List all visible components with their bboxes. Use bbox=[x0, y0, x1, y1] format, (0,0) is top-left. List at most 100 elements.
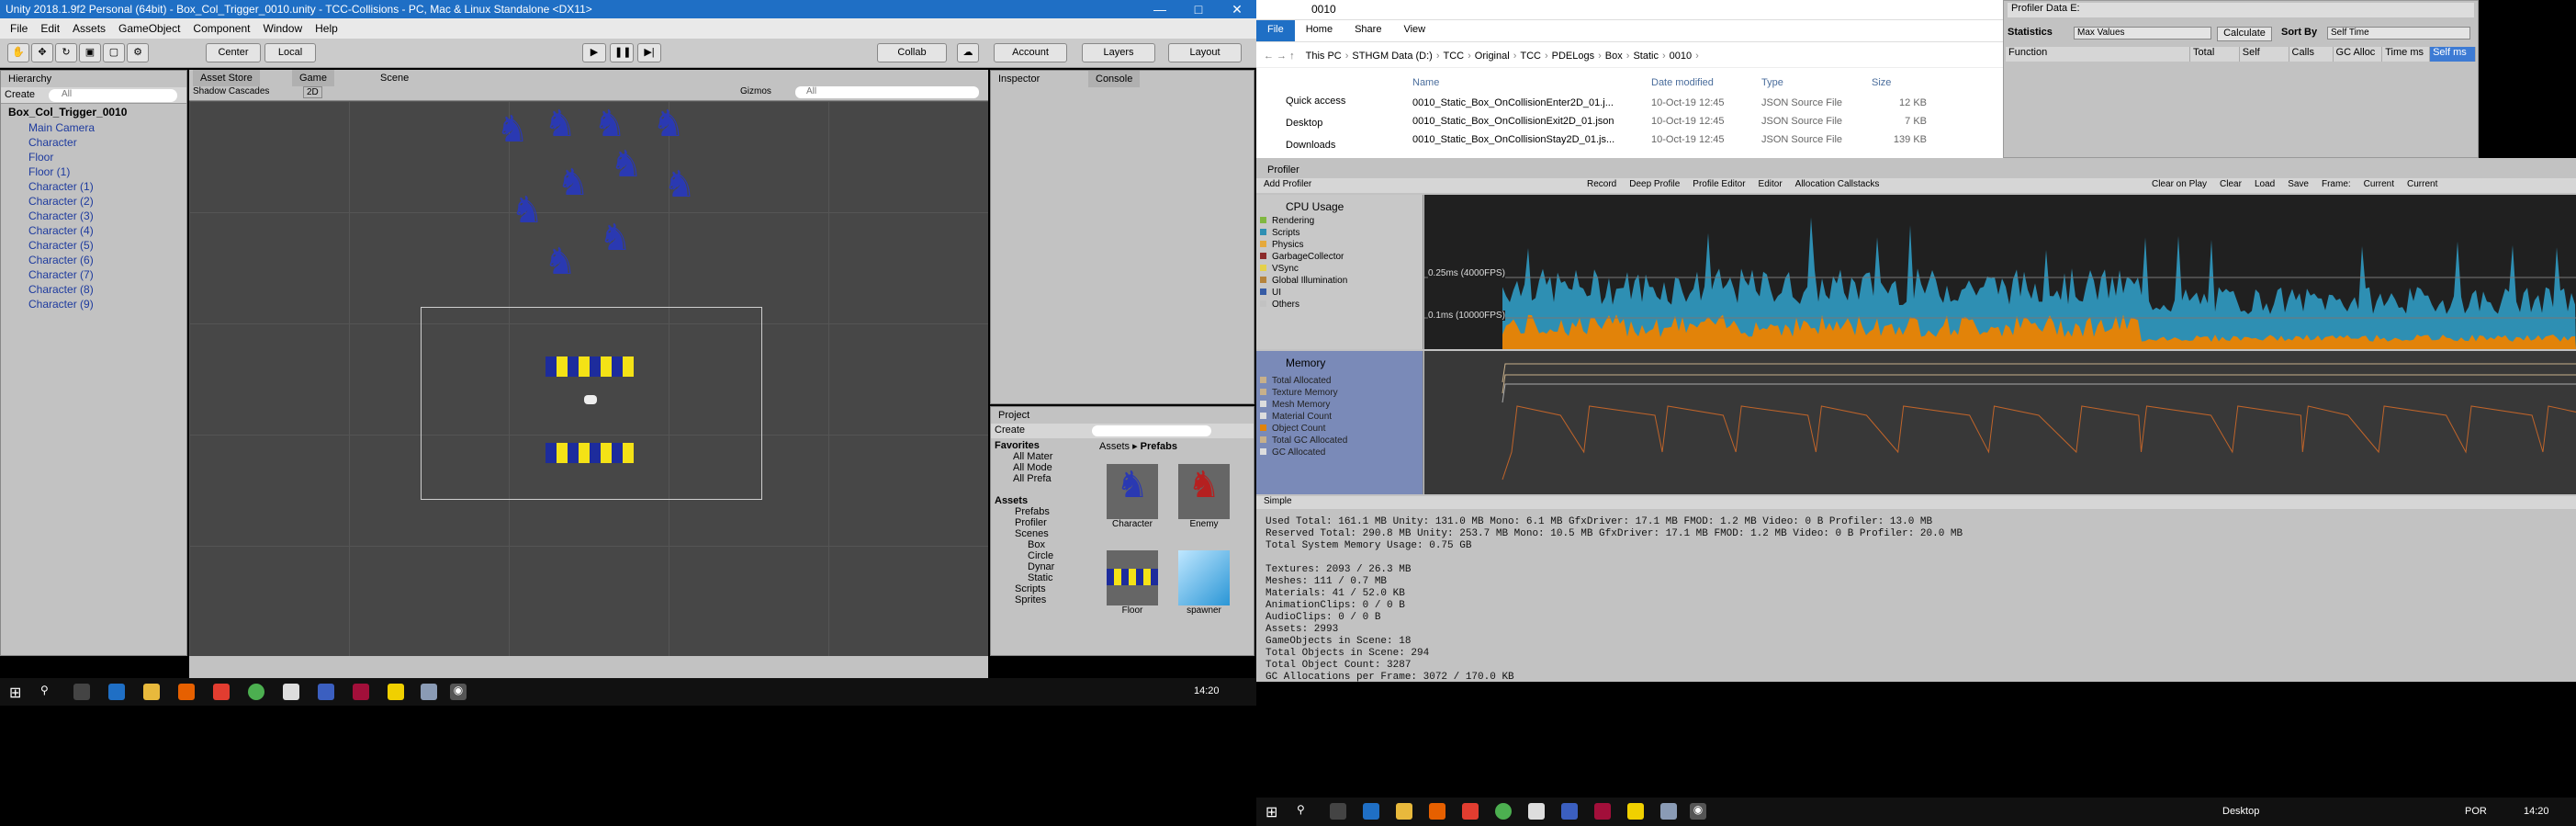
project-folder[interactable]: Box bbox=[995, 539, 1097, 550]
account-dropdown[interactable]: Account bbox=[994, 43, 1067, 62]
tab-hierarchy[interactable]: Hierarchy bbox=[1, 71, 60, 87]
ribbon-tab-file[interactable]: File bbox=[1256, 20, 1295, 41]
floor-sprite[interactable] bbox=[546, 443, 634, 463]
hierarchy-item[interactable]: Character (3) bbox=[1, 209, 186, 223]
hierarchy-item[interactable]: Floor (1) bbox=[1, 164, 186, 179]
project-folder[interactable]: Dynar bbox=[995, 561, 1097, 572]
pd-column-header[interactable]: Function bbox=[2006, 47, 2191, 62]
transform-tool-icon[interactable]: ⚙ bbox=[127, 43, 149, 62]
cloud-icon[interactable]: ☁ bbox=[957, 43, 979, 62]
tab-project[interactable]: Project bbox=[991, 407, 1038, 424]
maximize-icon[interactable]: □ bbox=[1179, 0, 1218, 18]
floor-sprite[interactable] bbox=[546, 356, 634, 377]
project-folder[interactable]: Sprites bbox=[995, 594, 1097, 605]
path-segment[interactable]: 0010 bbox=[1666, 51, 1695, 62]
tab-profiler[interactable]: Profiler bbox=[1260, 162, 1307, 178]
profiler-control[interactable]: Record bbox=[1587, 179, 1616, 189]
profiler-right-control[interactable]: Save bbox=[2288, 179, 2309, 189]
memory-legend-item[interactable]: Mesh Memory bbox=[1260, 399, 1423, 411]
hierarchy-create-button[interactable]: Create bbox=[5, 89, 35, 100]
cpu-legend-item[interactable]: Physics bbox=[1260, 239, 1423, 251]
pd-column-header[interactable]: Calls bbox=[2289, 47, 2334, 62]
project-folder[interactable]: Scripts bbox=[995, 583, 1097, 594]
breadcrumb-prefabs[interactable]: Prefabs bbox=[1141, 441, 1177, 452]
character-sprite[interactable]: ♞ bbox=[599, 215, 632, 261]
windows-start-icon[interactable]: ⊞ bbox=[9, 684, 26, 701]
search-icon[interactable]: ⚲ bbox=[1297, 803, 1313, 820]
explorer-icon[interactable] bbox=[143, 684, 160, 700]
sticky-icon[interactable] bbox=[1627, 803, 1644, 820]
search-icon[interactable]: ⚲ bbox=[40, 684, 57, 700]
character-sprite[interactable]: ♞ bbox=[593, 101, 626, 147]
hand-tool-icon[interactable]: ✋ bbox=[7, 43, 29, 62]
tab-inspector[interactable]: Inspector bbox=[991, 71, 1048, 87]
cpu-legend-item[interactable]: Rendering bbox=[1260, 215, 1423, 227]
favorite-item[interactable]: All Mater bbox=[995, 451, 1097, 462]
tab-asset-store[interactable]: Asset Store bbox=[193, 70, 260, 86]
character-sprite[interactable]: ♞ bbox=[496, 107, 529, 153]
ribbon-tab-home[interactable]: Home bbox=[1295, 20, 1344, 41]
path-segment[interactable]: Original bbox=[1471, 51, 1513, 62]
app-icon[interactable] bbox=[1660, 803, 1677, 820]
pd-column-header[interactable]: Self bbox=[2240, 47, 2289, 62]
project-search-input[interactable] bbox=[1092, 425, 1211, 436]
firefox-icon[interactable] bbox=[178, 684, 195, 700]
language-indicator[interactable]: POR bbox=[2465, 806, 2487, 817]
firefox-icon[interactable] bbox=[1429, 803, 1445, 820]
project-folder[interactable]: Profiler bbox=[995, 517, 1097, 528]
column-header[interactable]: Type bbox=[1761, 77, 1872, 94]
profiler-right-control[interactable]: Clear on Play bbox=[2152, 179, 2207, 189]
hierarchy-item[interactable]: Character (1) bbox=[1, 179, 186, 194]
opera-icon[interactable] bbox=[1594, 803, 1611, 820]
cpu-legend-item[interactable]: Scripts bbox=[1260, 227, 1423, 239]
minimize-icon[interactable]: — bbox=[1141, 0, 1179, 18]
hierarchy-item[interactable]: Character (9) bbox=[1, 297, 186, 311]
rotate-tool-icon[interactable]: ↻ bbox=[55, 43, 77, 62]
column-header[interactable]: Size bbox=[1872, 77, 1945, 94]
layers-dropdown[interactable]: Layers bbox=[1082, 43, 1155, 62]
favorites-label[interactable]: Favorites bbox=[995, 440, 1097, 451]
task-view-icon[interactable] bbox=[73, 684, 90, 700]
step-button[interactable]: ▶| bbox=[637, 43, 661, 62]
pd-column-header[interactable]: GC Alloc bbox=[2334, 47, 2383, 62]
chrome-icon[interactable] bbox=[1495, 803, 1512, 820]
file-row[interactable]: 0010_Static_Box_OnCollisionExit2D_01.jso… bbox=[1412, 112, 2000, 130]
profiler-control[interactable]: Deep Profile bbox=[1629, 179, 1680, 189]
tab-game[interactable]: Game bbox=[292, 70, 334, 86]
profiler-right-control[interactable]: Current bbox=[2364, 179, 2394, 189]
profiler-control[interactable]: Profile Editor bbox=[1693, 179, 1745, 189]
profiler-right-control[interactable]: Current bbox=[2407, 179, 2437, 189]
profiler-control[interactable]: Allocation Callstacks bbox=[1795, 179, 1880, 189]
favorite-item[interactable]: All Mode bbox=[995, 462, 1097, 473]
layout-dropdown[interactable]: Layout bbox=[1168, 43, 1242, 62]
path-segment[interactable]: TCC bbox=[1516, 51, 1545, 62]
cpu-legend-item[interactable]: VSync bbox=[1260, 263, 1423, 275]
path-segment[interactable]: This PC bbox=[1302, 51, 1345, 62]
profiler-mode-dropdown[interactable]: Simple bbox=[1256, 496, 2576, 509]
unity-taskbar-icon[interactable]: ◉ bbox=[450, 684, 467, 700]
ribbon-tab-share[interactable]: Share bbox=[1344, 20, 1392, 41]
nav-item[interactable]: Quick access bbox=[1269, 90, 1345, 112]
menu-assets[interactable]: Assets bbox=[66, 22, 112, 35]
chrome-icon[interactable] bbox=[248, 684, 264, 700]
sticky-icon[interactable] bbox=[388, 684, 404, 700]
edge-icon[interactable] bbox=[108, 684, 125, 700]
character-sprite[interactable]: ♞ bbox=[511, 187, 544, 233]
clock-right[interactable]: 14:20 bbox=[2524, 806, 2549, 817]
mail-icon[interactable] bbox=[283, 684, 299, 700]
firefox-dev-icon[interactable] bbox=[1462, 803, 1479, 820]
pivot-center-button[interactable]: Center bbox=[206, 43, 261, 62]
pause-button[interactable]: ❚❚ bbox=[610, 43, 634, 62]
desktop-toolbar[interactable]: Desktop bbox=[2222, 806, 2259, 817]
assets-label[interactable]: Assets bbox=[995, 495, 1097, 506]
ribbon-tab-view[interactable]: View bbox=[1392, 20, 1436, 41]
collab-button[interactable]: Collab bbox=[877, 43, 947, 62]
nav-item[interactable]: Desktop bbox=[1269, 112, 1345, 134]
opera-icon[interactable] bbox=[353, 684, 369, 700]
scene-view[interactable]: ♞ ♞ ♞ ♞ ♞ ♞ ♞ ♞ ♞ ♞ bbox=[189, 101, 988, 656]
menu-gameobject[interactable]: GameObject bbox=[112, 22, 186, 35]
pd-column-header[interactable]: Time ms bbox=[2382, 47, 2431, 62]
tab-scene[interactable]: Scene bbox=[373, 70, 417, 86]
column-header[interactable]: Date modified bbox=[1651, 77, 1761, 94]
memory-legend-item[interactable]: Material Count bbox=[1260, 411, 1423, 423]
